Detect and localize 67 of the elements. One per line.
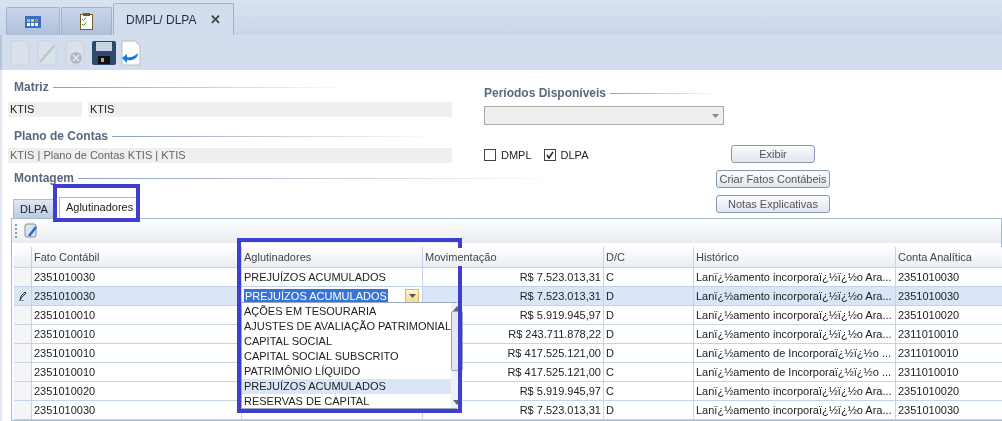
table-cell: D bbox=[604, 344, 694, 363]
checkbox-label[interactable]: DMPL bbox=[501, 149, 532, 161]
caret-icon bbox=[712, 113, 719, 118]
column-header[interactable]: Movimentação bbox=[423, 247, 604, 268]
column-header[interactable]: Aglutinadores bbox=[242, 247, 423, 268]
action-button[interactable]: Criar Fatos Contábeis bbox=[716, 170, 830, 188]
plano-field: KTIS | Plano de Contas KTIS | KTIS bbox=[8, 148, 452, 163]
table-cell: Lanï¿½amento incorporaï¿½ï¿½o Ara... bbox=[694, 268, 896, 287]
table-cell: 2351010030 bbox=[896, 401, 1002, 420]
table-cell: D bbox=[604, 287, 694, 306]
table-cell: R$ 7.523.013,31 bbox=[423, 287, 604, 306]
caret-icon bbox=[408, 294, 416, 298]
table-cell: Lanï¿½amento incorporaï¿½ï¿½o Ara... bbox=[694, 306, 896, 325]
save-icon[interactable] bbox=[92, 39, 116, 66]
icon-tab[interactable] bbox=[61, 7, 112, 35]
table-cell: Lanï¿½amento de Incorporaï¿½ï¿½o ... bbox=[694, 363, 896, 382]
scroll-icon[interactable] bbox=[23, 223, 39, 239]
table-cell: 2351010030 bbox=[896, 268, 1002, 287]
section-title: Matriz bbox=[14, 80, 49, 94]
table-cell: 2311010010 bbox=[896, 363, 1002, 382]
table-cell: 2311010010 bbox=[896, 325, 1002, 344]
sub-tab[interactable]: DLPA bbox=[13, 199, 55, 218]
checkbox[interactable] bbox=[543, 149, 556, 161]
table-cell: 2311010010 bbox=[896, 344, 1002, 363]
table-cell: C bbox=[604, 382, 694, 401]
table-cell: 2351010030 bbox=[896, 287, 1002, 306]
checkbox-label[interactable]: DLPA bbox=[560, 149, 589, 161]
table-cell: Lanï¿½amento incorporaï¿½ï¿½o Ara... bbox=[694, 401, 896, 420]
column-header[interactable]: Fato Contábil bbox=[32, 247, 242, 268]
table-cell: Lanï¿½amento incorporaï¿½ï¿½o Ara... bbox=[694, 325, 896, 344]
table-cell: D bbox=[604, 325, 694, 344]
table-cell: Lanï¿½amento incorporaï¿½ï¿½o Ara... bbox=[694, 287, 896, 306]
section-title: Períodos Disponíveis bbox=[484, 86, 607, 100]
icon-tab[interactable] bbox=[6, 7, 60, 35]
table-cell: 2351010020 bbox=[896, 306, 1002, 325]
column-header[interactable]: D/C bbox=[604, 247, 694, 268]
table-cell: 2351010030 bbox=[32, 287, 242, 306]
document-tab[interactable]: DMPL/ DLPA ✕ bbox=[113, 3, 235, 35]
table-cell: D bbox=[604, 306, 694, 325]
pencil-icon bbox=[18, 291, 27, 301]
return-icon[interactable] bbox=[121, 39, 143, 66]
list-item[interactable]: PREJUÍZOS ACUMULADOS bbox=[242, 379, 451, 394]
dropdown-button[interactable] bbox=[405, 289, 419, 303]
check-icon bbox=[545, 151, 554, 159]
table-cell: C bbox=[604, 268, 694, 287]
row-indicator[interactable] bbox=[14, 287, 32, 306]
corner-header bbox=[14, 247, 32, 268]
matriz-code-field: KTIS bbox=[8, 102, 82, 117]
section-title: Plano de Contas bbox=[14, 129, 108, 143]
clipboard-icon bbox=[80, 13, 93, 30]
table-cell: C bbox=[604, 363, 694, 382]
checkbox[interactable] bbox=[484, 149, 496, 161]
table-cell: Lanï¿½amento incorporaï¿½ï¿½o Ara... bbox=[694, 382, 896, 401]
table-cell: D bbox=[604, 401, 694, 420]
column-header[interactable]: Conta Analítica bbox=[896, 247, 1002, 268]
action-button[interactable]: Exibir bbox=[731, 145, 815, 163]
table-cell: Lanï¿½amento de Incorporaï¿½ï¿½o ... bbox=[694, 344, 896, 363]
grid-icon bbox=[25, 15, 41, 28]
table-cell: R$ 7.523.013,31 bbox=[423, 268, 604, 287]
close-icon[interactable]: ✕ bbox=[210, 12, 222, 27]
matriz-name-field: KTIS bbox=[88, 102, 452, 117]
table-cell: PREJUÍZOS ACUMULADOS bbox=[242, 268, 423, 287]
action-button[interactable]: Notas Explicativas bbox=[716, 195, 830, 213]
table-cell: 2351010030 bbox=[32, 268, 242, 287]
section-title: Montagem bbox=[14, 171, 74, 185]
column-header[interactable]: Histórico bbox=[694, 247, 896, 268]
table-cell: 2351010020 bbox=[896, 382, 1002, 401]
